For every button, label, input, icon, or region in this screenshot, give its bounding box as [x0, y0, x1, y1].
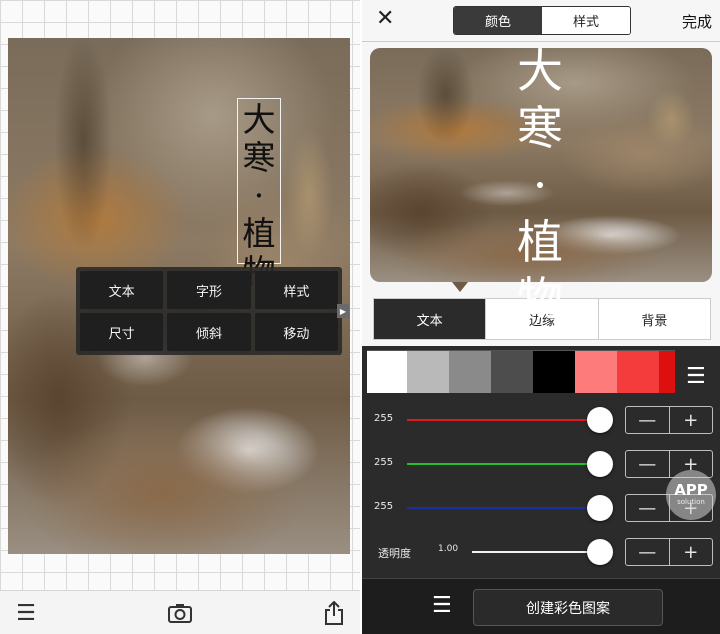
blue-slider-track[interactable] [407, 507, 599, 509]
title-char: 大 [242, 100, 276, 139]
menu-glyph-button[interactable]: 字形 [167, 271, 251, 309]
blue-slider-thumb[interactable] [587, 495, 613, 521]
left-editor-panel: 大 寒 · 植 物 文本 字形 样式 尺寸 倾斜 移动 ▶ ☰ [0, 0, 360, 634]
hamburger-menu-icon[interactable]: ☰ [10, 591, 42, 634]
share-icon[interactable] [318, 591, 350, 634]
opacity-slider-thumb[interactable] [587, 539, 613, 565]
blue-minus-button[interactable]: — [626, 495, 670, 521]
red-slider-row: 255 — + [362, 405, 720, 435]
hamburger-menu-icon[interactable]: ☰ [432, 593, 452, 618]
mode-segmented-control: 颜色 样式 [453, 6, 631, 35]
share-icon-svg [325, 601, 343, 625]
swatch-gray[interactable] [449, 351, 491, 393]
swatch-white[interactable] [367, 351, 407, 393]
close-icon[interactable]: ✕ [376, 6, 394, 31]
preview-title-char: 植 [517, 215, 563, 269]
swatch-dark-red[interactable] [659, 351, 675, 393]
menu-move-button[interactable]: 移动 [254, 313, 338, 351]
red-slider-track[interactable] [407, 419, 599, 421]
tab-color[interactable]: 颜色 [454, 7, 542, 34]
red-plus-button[interactable]: + [670, 407, 713, 433]
green-value-label: 255 [374, 457, 394, 468]
camera-icon-svg [168, 604, 192, 623]
tab-style[interactable]: 样式 [542, 7, 630, 34]
app-solution-watermark: APP solution [666, 470, 716, 520]
blue-value-label: 255 [374, 501, 394, 512]
opacity-slider-row: 透明度 1.00 — + [362, 537, 720, 567]
title-char: · [253, 176, 265, 215]
preview-pointer [452, 282, 468, 292]
context-menu: 文本 字形 样式 尺寸 倾斜 移动 [76, 267, 342, 355]
opacity-minus-button[interactable]: — [626, 539, 670, 565]
screenshot-root: 大 寒 · 植 物 文本 字形 样式 尺寸 倾斜 移动 ▶ ☰ [0, 0, 720, 634]
red-minus-button[interactable]: — [626, 407, 670, 433]
menu-next-arrow-icon[interactable]: ▶ [337, 304, 349, 318]
swatch-light-gray[interactable] [407, 351, 449, 393]
title-char: 植 [242, 214, 276, 253]
menu-style-button[interactable]: 样式 [254, 271, 338, 309]
preview-title-char: 寒 [517, 101, 563, 155]
opacity-slider-track[interactable] [472, 551, 599, 553]
create-color-pattern-button[interactable]: 创建彩色图案 [473, 589, 663, 626]
green-slider-track[interactable] [407, 463, 599, 465]
tab-background[interactable]: 背景 [599, 299, 710, 339]
tab-text[interactable]: 文本 [374, 299, 487, 339]
swatch-dark-gray[interactable] [491, 351, 533, 393]
opacity-plus-button[interactable]: + [670, 539, 713, 565]
watermark-small-text: solution [677, 498, 705, 506]
red-value-label: 255 [374, 413, 394, 424]
camera-icon[interactable] [164, 591, 196, 634]
preview-title-char: 物 [517, 272, 563, 326]
palette-menu-icon[interactable]: ☰ [686, 364, 706, 389]
bottom-bar: ☰ 创建彩色图案 [362, 578, 720, 634]
green-slider-thumb[interactable] [587, 451, 613, 477]
bottom-toolbar: ☰ [0, 590, 360, 634]
menu-text-button[interactable]: 文本 [80, 271, 164, 309]
text-box-vertical-title[interactable]: 大 寒 · 植 物 [237, 98, 281, 291]
opacity-label: 透明度 [378, 547, 411, 560]
swatch-light-red[interactable] [575, 351, 617, 393]
preview-title-char: 大 [517, 44, 563, 98]
swatch-black[interactable] [533, 351, 575, 393]
preview-vertical-title: 大 寒 · 植 物 [510, 43, 570, 326]
red-stepper: — + [625, 406, 713, 434]
preview-title-char: · [532, 158, 548, 212]
title-char: 寒 [242, 138, 276, 177]
menu-size-button[interactable]: 尺寸 [80, 313, 164, 351]
swatch-red[interactable] [617, 351, 659, 393]
color-palette [367, 350, 675, 393]
red-slider-thumb[interactable] [587, 407, 613, 433]
opacity-stepper: — + [625, 538, 713, 566]
top-header: ✕ 颜色 样式 完成 [362, 0, 720, 42]
watermark-big-text: APP [674, 481, 708, 499]
opacity-value: 1.00 [438, 544, 459, 554]
menu-skew-button[interactable]: 倾斜 [167, 313, 251, 351]
green-slider-row: 255 — + [362, 449, 720, 479]
green-minus-button[interactable]: — [626, 451, 670, 477]
done-button[interactable]: 完成 [682, 11, 712, 32]
